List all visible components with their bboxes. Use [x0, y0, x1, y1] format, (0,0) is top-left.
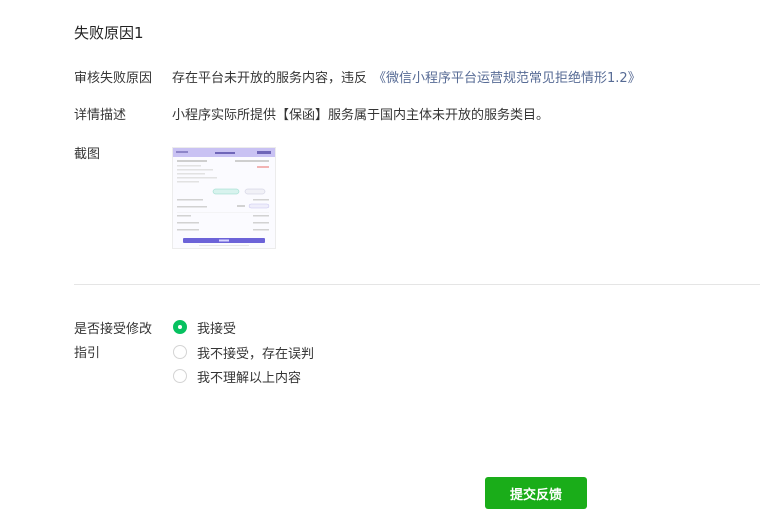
- radio-option-accept[interactable]: 我接受: [173, 317, 236, 337]
- detail-label: 详情描述: [74, 108, 127, 123]
- section-title: 失败原因1: [74, 24, 144, 42]
- radio-unchecked-icon[interactable]: [173, 345, 187, 359]
- submit-feedback-button[interactable]: 提交反馈: [485, 477, 587, 509]
- screenshot-thumbnail[interactable]: [172, 147, 276, 249]
- screenshot-label: 截图: [74, 147, 101, 162]
- radio-unchecked-icon[interactable]: [173, 369, 187, 383]
- radio-option-label: 我不接受，存在误判: [197, 346, 315, 362]
- accept-label-line2: 指引: [74, 346, 101, 361]
- screenshot-image: [173, 148, 275, 246]
- radio-option-reject[interactable]: 我不接受，存在误判: [173, 342, 314, 362]
- reject-reason-value: 存在平台未开放的服务内容，违反 《微信小程序平台运营规范常见拒绝情形1.2》: [172, 67, 641, 86]
- reject-reason-text: 存在平台未开放的服务内容，违反: [172, 71, 368, 86]
- policy-link[interactable]: 《微信小程序平台运营规范常见拒绝情形1.2》: [373, 71, 641, 86]
- reject-reason-label: 审核失败原因: [74, 71, 153, 86]
- radio-option-unclear[interactable]: 我不理解以上内容: [173, 366, 301, 386]
- radio-option-label: 我接受: [197, 321, 237, 337]
- section-divider: [74, 284, 760, 285]
- accept-label-line1: 是否接受修改: [74, 322, 153, 337]
- detail-text: 小程序实际所提供【保函】服务属于国内主体未开放的服务类目。: [172, 108, 550, 123]
- radio-option-label: 我不理解以上内容: [197, 370, 302, 386]
- radio-checked-icon[interactable]: [173, 320, 187, 334]
